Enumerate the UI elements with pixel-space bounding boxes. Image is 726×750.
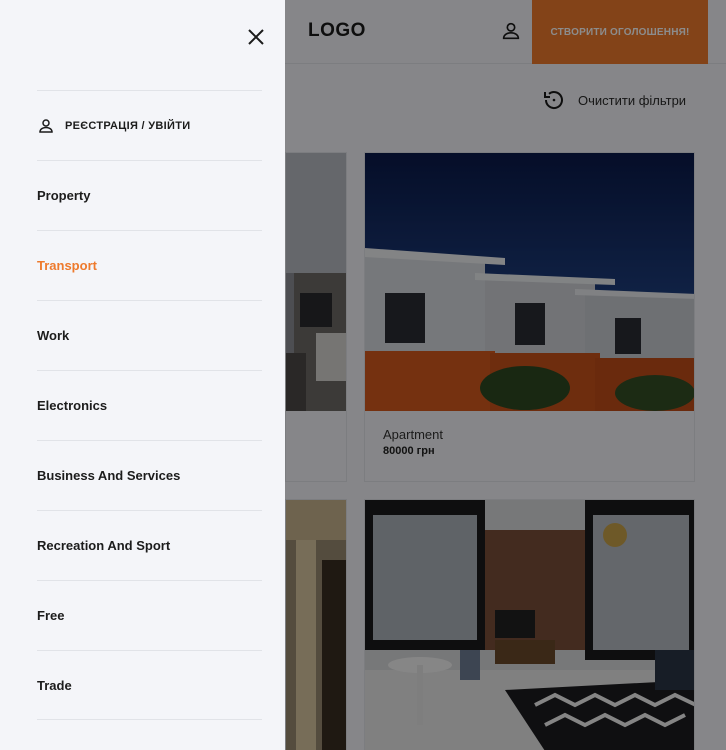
user-icon xyxy=(39,118,53,133)
drawer-menu: РЕЄСТРАЦІЯ / УВІЙТИ Property Transport W… xyxy=(37,90,262,720)
menu-item-property[interactable]: Property xyxy=(37,160,262,230)
menu-item-recreation-and-sport[interactable]: Recreation And Sport xyxy=(37,510,262,580)
menu-item-transport[interactable]: Transport xyxy=(37,230,262,300)
menu-item-electronics[interactable]: Electronics xyxy=(37,370,262,440)
menu-item-work[interactable]: Work xyxy=(37,300,262,370)
side-drawer: РЕЄСТРАЦІЯ / УВІЙТИ Property Transport W… xyxy=(0,0,285,750)
menu-item-business-and-services[interactable]: Business And Services xyxy=(37,440,262,510)
login-register-label: РЕЄСТРАЦІЯ / УВІЙТИ xyxy=(65,119,191,132)
close-icon[interactable] xyxy=(245,26,267,48)
menu-item-free[interactable]: Free xyxy=(37,580,262,650)
login-register-link[interactable]: РЕЄСТРАЦІЯ / УВІЙТИ xyxy=(37,90,262,160)
menu-item-trade[interactable]: Trade xyxy=(37,650,262,720)
